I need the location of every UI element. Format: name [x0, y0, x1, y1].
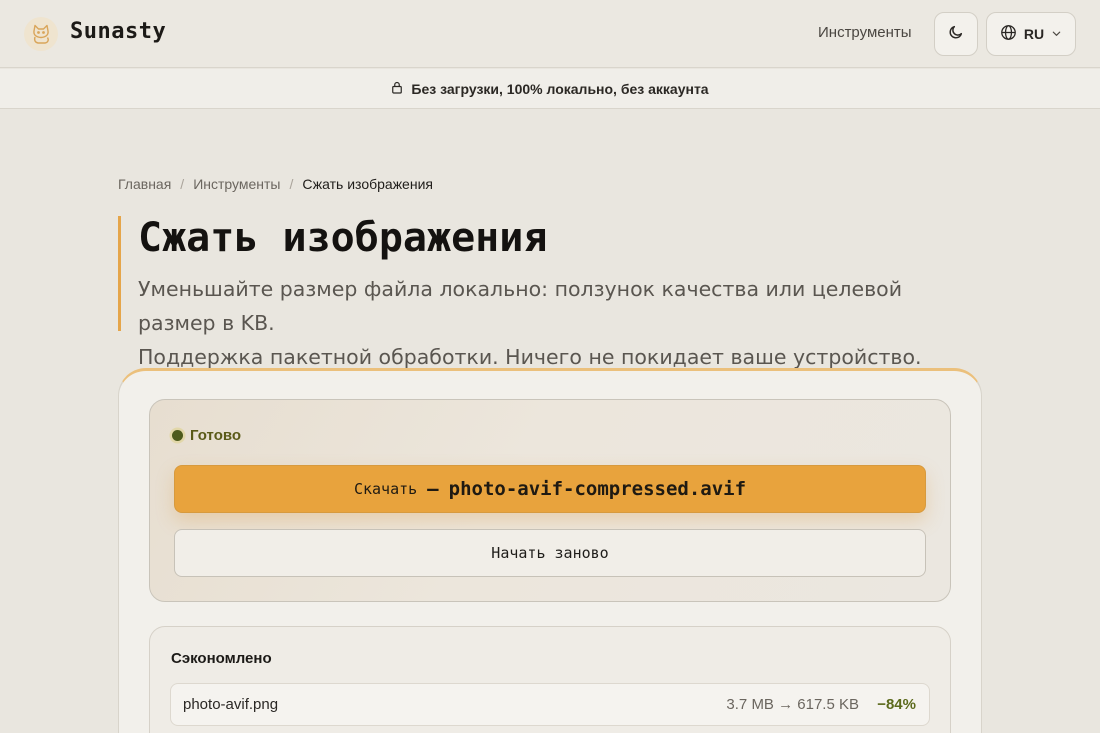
brand-name[interactable]: Sunasty: [70, 19, 166, 44]
privacy-banner-text: Без загрузки, 100% локально, без аккаунт…: [411, 80, 709, 97]
savings-title: Сэкономлено: [171, 650, 272, 667]
download-button[interactable]: Скачать — photo-avif-compressed.avif: [174, 465, 926, 513]
globe-icon: [1000, 24, 1017, 44]
status-label: Готово: [190, 427, 242, 444]
file-size-change: 3.7 MB → 617.5 KB: [726, 696, 859, 713]
page-subtitle: Уменьшайте размер файла локально: ползун…: [138, 272, 978, 374]
privacy-banner: Без загрузки, 100% локально, без аккаунт…: [0, 69, 1100, 109]
page-header: Сжать изображения Уменьшайте размер файл…: [118, 215, 978, 369]
page-title: Сжать изображения: [138, 215, 548, 261]
file-name: photo-avif.png: [183, 696, 279, 713]
lock-icon: [391, 81, 403, 97]
moon-icon: [948, 24, 964, 44]
language-select-button[interactable]: RU: [986, 12, 1076, 56]
breadcrumb: Главная / Инструменты / Сжать изображени…: [118, 176, 433, 192]
status-indicator: Готово: [172, 427, 241, 444]
chevron-down-icon: [1051, 26, 1062, 42]
status-dot-icon: [172, 430, 183, 441]
download-label: Скачать: [353, 480, 418, 498]
language-label: RU: [1023, 26, 1045, 42]
cat-logo-icon[interactable]: [24, 17, 58, 51]
nav-tools-link[interactable]: Инструменты: [818, 24, 912, 41]
theme-toggle-button[interactable]: [934, 12, 978, 56]
file-saving-percent: −84%: [877, 696, 916, 713]
restart-button[interactable]: Начать заново: [174, 529, 926, 577]
download-dash: —: [427, 478, 439, 500]
page-subtitle-line-1: Уменьшайте размер файла локально: ползун…: [138, 277, 903, 335]
page-subtitle-line-2: Поддержка пакетной обработки. Ничего не …: [138, 345, 922, 369]
breadcrumb-current: Сжать изображения: [302, 176, 433, 192]
breadcrumb-home[interactable]: Главная: [118, 176, 171, 192]
breadcrumb-separator: /: [289, 176, 294, 192]
top-header: Sunasty Инструменты RU: [0, 0, 1100, 68]
breadcrumb-tools[interactable]: Инструменты: [193, 176, 280, 192]
breadcrumb-separator: /: [180, 176, 185, 192]
download-filename: photo-avif-compressed.avif: [448, 478, 747, 500]
